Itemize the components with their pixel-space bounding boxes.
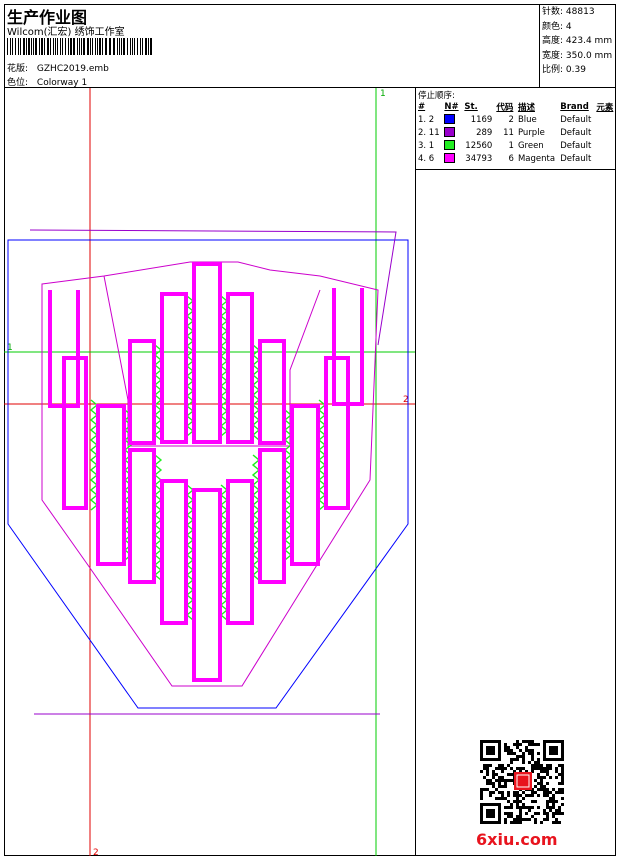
magenta-bar [258, 448, 286, 584]
green-zigzag-fill [89, 295, 327, 621]
magenta-bar [226, 479, 254, 625]
magenta-bar [192, 262, 222, 444]
magenta-bar [290, 404, 320, 566]
magenta-bar [160, 292, 188, 444]
magenta-bar [96, 404, 126, 566]
qr-code [480, 740, 564, 824]
magenta-stripe [332, 402, 364, 406]
magenta-bar [192, 488, 222, 682]
magenta-stripe [48, 404, 80, 408]
magenta-stripe [332, 288, 336, 404]
purple-inner-left [103, 275, 321, 447]
magenta-bar [258, 339, 286, 445]
magenta-bars [48, 262, 364, 682]
magenta-bar [128, 448, 156, 584]
magenta-stripe [360, 288, 364, 404]
magenta-bar [226, 292, 254, 444]
magenta-bar [128, 339, 156, 445]
guide-label-green-v: 1 [380, 89, 386, 99]
purple-top-line [29, 229, 397, 346]
guide-label-red-v: 2 [93, 848, 99, 858]
magenta-bar [324, 356, 350, 510]
site-watermark: 6xiu.com [476, 830, 558, 849]
magenta-bar [62, 356, 88, 510]
magenta-bar [160, 479, 188, 625]
magenta-stripe [48, 290, 52, 406]
magenta-stripe [76, 290, 80, 406]
embroidery-design: 1 1 2 2 [4, 88, 415, 858]
